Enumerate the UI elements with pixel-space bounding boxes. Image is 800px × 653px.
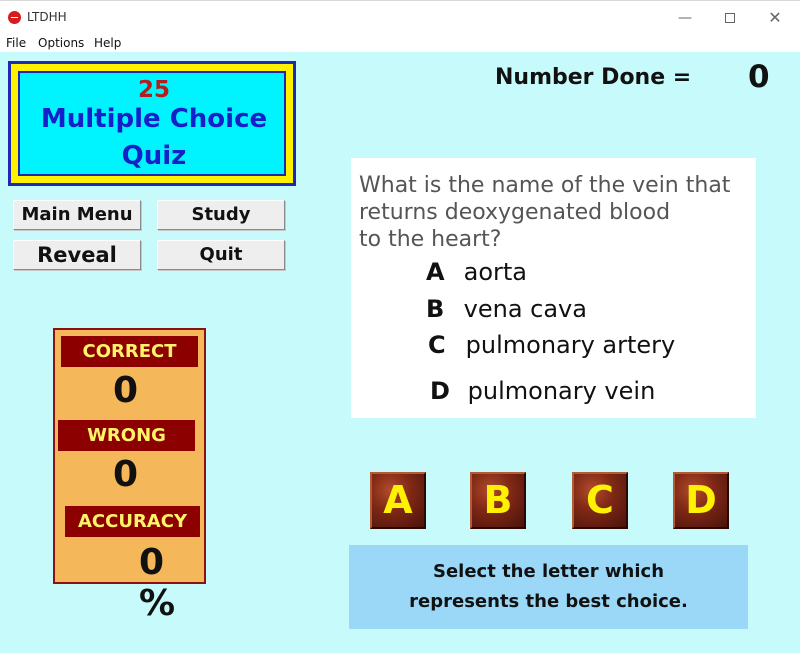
instruction-line-2: represents the best choice.	[409, 591, 688, 612]
choice-a: A aorta	[426, 258, 527, 286]
question-text: What is the name of the vein that return…	[359, 173, 731, 252]
score-panel: CORRECT 0 WRONG 0 ACCURACY 0 %	[53, 328, 206, 624]
quiz-title-line-1: Multiple Choice	[40, 104, 268, 134]
correct-count: 0	[113, 370, 139, 411]
choice-a-text: aorta	[463, 258, 528, 286]
choice-d: D pulmonary vein	[430, 377, 655, 405]
quiz-title-panel: 25 Multiple Choice Quiz	[18, 71, 286, 176]
accuracy-percentage: 0 %	[139, 542, 176, 624]
reveal-button[interactable]: Reveal	[13, 240, 141, 270]
question-count: 25	[137, 77, 170, 103]
accuracy-label: ACCURACY	[65, 506, 200, 537]
answer-a-button[interactable]: A	[370, 472, 426, 529]
menu-help[interactable]: Help	[94, 36, 121, 50]
choice-c: C pulmonary artery	[428, 331, 675, 359]
window-title: LTDHH	[27, 10, 67, 24]
correct-label: CORRECT	[61, 336, 198, 367]
menu-file[interactable]: File	[6, 36, 26, 50]
maximize-icon	[725, 13, 735, 23]
quiz-banner: 25 Multiple Choice Quiz	[8, 61, 296, 186]
choice-d-letter: D	[430, 377, 450, 405]
quit-button[interactable]: Quit	[157, 240, 285, 270]
menu-options[interactable]: Options	[38, 36, 84, 50]
app-logo-icon	[8, 11, 21, 24]
close-button[interactable]: ✕	[758, 6, 792, 30]
choice-c-text: pulmonary artery	[465, 331, 676, 359]
instruction-panel: Select the letter which represents the b…	[349, 545, 748, 629]
choice-b-text: vena cava	[463, 295, 587, 323]
answer-d-button[interactable]: D	[673, 472, 729, 529]
choice-b-letter: B	[426, 295, 445, 323]
minimize-button[interactable]: —	[668, 6, 702, 30]
question-panel: What is the name of the vein that return…	[351, 158, 756, 418]
study-button[interactable]: Study	[157, 200, 285, 230]
choice-b: B vena cava	[426, 295, 587, 323]
title-bar: LTDHH — ✕	[0, 0, 800, 35]
choice-d-text: pulmonary vein	[467, 377, 656, 405]
number-done-label: Number Done =	[495, 65, 692, 90]
answer-c-button[interactable]: C	[572, 472, 628, 529]
choice-a-letter: A	[426, 258, 445, 286]
quiz-title-line-2: Quiz	[121, 141, 187, 171]
menu-bar: File Options Help	[0, 34, 800, 52]
number-done-value: 0	[748, 59, 770, 95]
wrong-label: WRONG	[58, 420, 195, 451]
quiz-title: Multiple Choice Quiz	[20, 101, 288, 175]
instruction-line-1: Select the letter which	[432, 561, 665, 582]
maximize-button[interactable]	[713, 6, 747, 30]
main-menu-button[interactable]: Main Menu	[13, 200, 141, 230]
choice-c-letter: C	[428, 331, 446, 359]
answer-b-button[interactable]: B	[470, 472, 526, 529]
wrong-count: 0	[113, 454, 139, 495]
